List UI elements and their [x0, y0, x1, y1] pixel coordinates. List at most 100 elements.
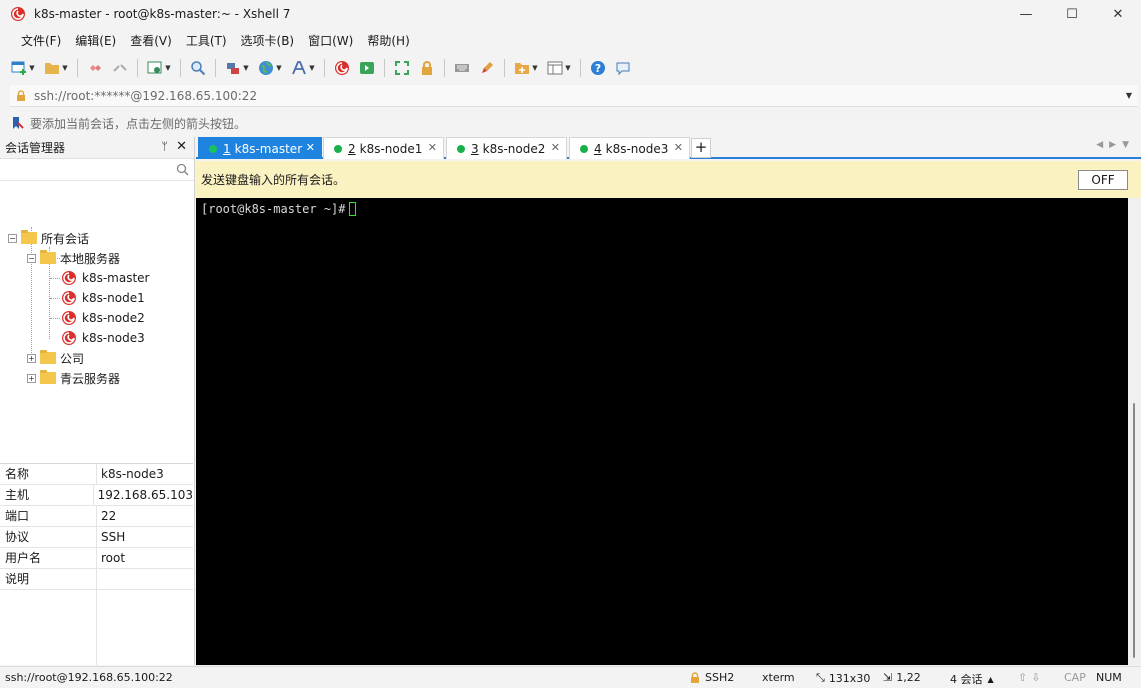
tree-session-label: k8s-master	[82, 271, 150, 285]
minimize-button[interactable]: —	[1003, 0, 1049, 28]
property-value[interactable]: SSH	[97, 527, 193, 547]
open-session-button[interactable]: ▼	[41, 57, 71, 79]
tab-close-icon[interactable]: ✕	[428, 141, 437, 154]
help-button[interactable]: ?	[587, 57, 609, 79]
tree-root-all-sessions[interactable]: − 所有会话	[8, 228, 89, 248]
keyboard-icon	[455, 64, 469, 72]
tree-session-k8s-node1[interactable]: k8s-node1	[61, 288, 145, 308]
folder-icon	[40, 350, 56, 364]
lock-icon	[691, 671, 699, 683]
folder-icon	[21, 230, 37, 244]
menu-file[interactable]: 文件(F)	[14, 30, 68, 52]
tree-root-label: 所有会话	[41, 231, 90, 246]
connected-dot-icon	[334, 144, 342, 153]
tab-close-icon[interactable]: ✕	[551, 141, 560, 154]
tree-session-k8s-node2[interactable]: k8s-node2	[61, 308, 145, 328]
globe-button[interactable]: ▼	[255, 57, 285, 79]
close-panel-icon[interactable]: ✕	[176, 139, 187, 154]
folder-icon	[40, 370, 56, 384]
address-bar[interactable]: ssh://root:******@192.168.65.100:22 ▼	[10, 85, 1138, 107]
terminal-line: [root@k8s-master ~]#	[201, 202, 356, 216]
xshell-button[interactable]	[331, 57, 353, 79]
folder-icon	[40, 250, 56, 264]
tree-folder-local[interactable]: − 本地服务器	[27, 248, 120, 268]
layout-icon	[547, 61, 563, 75]
terminal-scrollbar[interactable]	[1128, 198, 1141, 665]
tab-k8s-node2[interactable]: 3 k8s-node2 ✕	[446, 137, 567, 159]
tree-session-k8s-master[interactable]: k8s-master	[61, 268, 149, 288]
toolbar-separator	[180, 59, 181, 77]
menu-window[interactable]: 窗口(W)	[301, 30, 360, 52]
maximize-button[interactable]: ☐	[1049, 0, 1095, 28]
toolbar-separator	[444, 59, 445, 77]
session-tree: − 所有会话 − 本地服务器 k8s-master k8s-node1 k8s-…	[0, 181, 194, 463]
tree-session-label: k8s-node1	[82, 291, 145, 305]
status-num: NUM	[1096, 671, 1122, 684]
status-terminal-type: xterm	[762, 671, 795, 684]
new-tab-button[interactable]: +	[691, 138, 711, 158]
property-value[interactable]	[97, 569, 193, 589]
property-value[interactable]: 22	[97, 506, 193, 526]
tree-folder-label: 公司	[60, 351, 85, 366]
layout-button[interactable]: ▼	[544, 57, 574, 79]
disconnect-button[interactable]	[109, 57, 131, 79]
tree-folder-company[interactable]: + 公司	[27, 348, 84, 368]
send-all-toggle-button[interactable]: OFF	[1078, 170, 1128, 190]
magnifier-icon	[191, 61, 206, 76]
xshell-swirl-icon	[62, 311, 76, 325]
menu-help[interactable]: 帮助(H)	[360, 30, 416, 52]
tab-k8s-node1[interactable]: 2 k8s-node1 ✕	[323, 137, 444, 159]
property-value[interactable]: 192.168.65.103	[94, 485, 193, 505]
menu-tabs[interactable]: 选项卡(B)	[234, 30, 302, 52]
font-button[interactable]: ▼	[288, 57, 318, 79]
toolbar-separator	[580, 59, 581, 77]
tab-scroll-arrows[interactable]: ◀▶▼	[1096, 140, 1135, 150]
menu-edit[interactable]: 编辑(E)	[68, 30, 123, 52]
bookmark-arrow-icon[interactable]	[10, 116, 24, 130]
expand-icon[interactable]: +	[27, 353, 36, 363]
highlight-button[interactable]	[476, 57, 498, 79]
expand-icon[interactable]: +	[27, 373, 36, 383]
collapse-icon[interactable]: −	[27, 253, 36, 263]
tab-close-icon[interactable]: ✕	[674, 141, 683, 154]
close-window-button[interactable]: ✕	[1095, 0, 1141, 28]
session-manager-header: 会话管理器 ᛘ ✕	[0, 137, 194, 159]
session-properties-button[interactable]: ▼	[144, 57, 174, 79]
lock-screen-button[interactable]	[416, 57, 438, 79]
property-row-port: 端口 22	[0, 506, 193, 527]
menu-view[interactable]: 查看(V)	[123, 30, 179, 52]
tab-label: k8s-node2	[482, 141, 546, 156]
pin-icon[interactable]: ᛘ	[161, 140, 168, 153]
fullscreen-button[interactable]	[391, 57, 413, 79]
tab-k8s-master[interactable]: 1 k8s-master ✕	[198, 137, 322, 159]
status-sessions[interactable]: 4 会话 ▲	[950, 671, 994, 687]
find-button[interactable]	[187, 57, 209, 79]
address-dropdown-icon[interactable]: ▼	[1126, 91, 1132, 100]
tree-session-k8s-node3[interactable]: k8s-node3	[61, 328, 145, 348]
hint-bar: 要添加当前会话，点击左侧的箭头按钮。	[10, 112, 246, 134]
xftp-button[interactable]	[356, 57, 378, 79]
address-value[interactable]: ssh://root:******@192.168.65.100:22	[34, 89, 1126, 103]
reconnect-button[interactable]	[84, 57, 106, 79]
session-search-box[interactable]	[0, 159, 194, 181]
search-icon[interactable]	[176, 163, 189, 176]
property-value[interactable]: root	[97, 548, 193, 568]
terminal-area[interactable]: [root@k8s-master ~]#	[196, 198, 1128, 665]
tab-number: 3	[471, 141, 479, 156]
transfer-button[interactable]: ▼	[222, 57, 252, 79]
add-tab-button[interactable]: ▼	[511, 57, 541, 79]
chat-button[interactable]	[612, 57, 634, 79]
menu-bar: 文件(F) 编辑(E) 查看(V) 工具(T) 选项卡(B) 窗口(W) 帮助(…	[0, 30, 417, 52]
status-scroll-arrows[interactable]: ⇧⇩	[1018, 671, 1044, 684]
collapse-icon[interactable]: −	[8, 233, 17, 243]
status-bar: ssh://root@192.168.65.100:22 SSH2 xterm …	[0, 666, 1141, 688]
new-session-button[interactable]: ▼	[8, 57, 38, 79]
keyboard-button[interactable]	[451, 57, 473, 79]
scrollbar-thumb[interactable]	[1133, 403, 1135, 658]
tab-k8s-node3[interactable]: 4 k8s-node3 ✕	[569, 137, 690, 159]
session-properties-grid: 名称 k8s-node3 主机 192.168.65.103 端口 22 协议 …	[0, 463, 193, 590]
tab-close-icon[interactable]: ✕	[306, 141, 315, 154]
menu-tools[interactable]: 工具(T)	[179, 30, 234, 52]
property-value[interactable]: k8s-node3	[97, 464, 193, 484]
tree-folder-cloud[interactable]: + 青云服务器	[27, 368, 120, 388]
